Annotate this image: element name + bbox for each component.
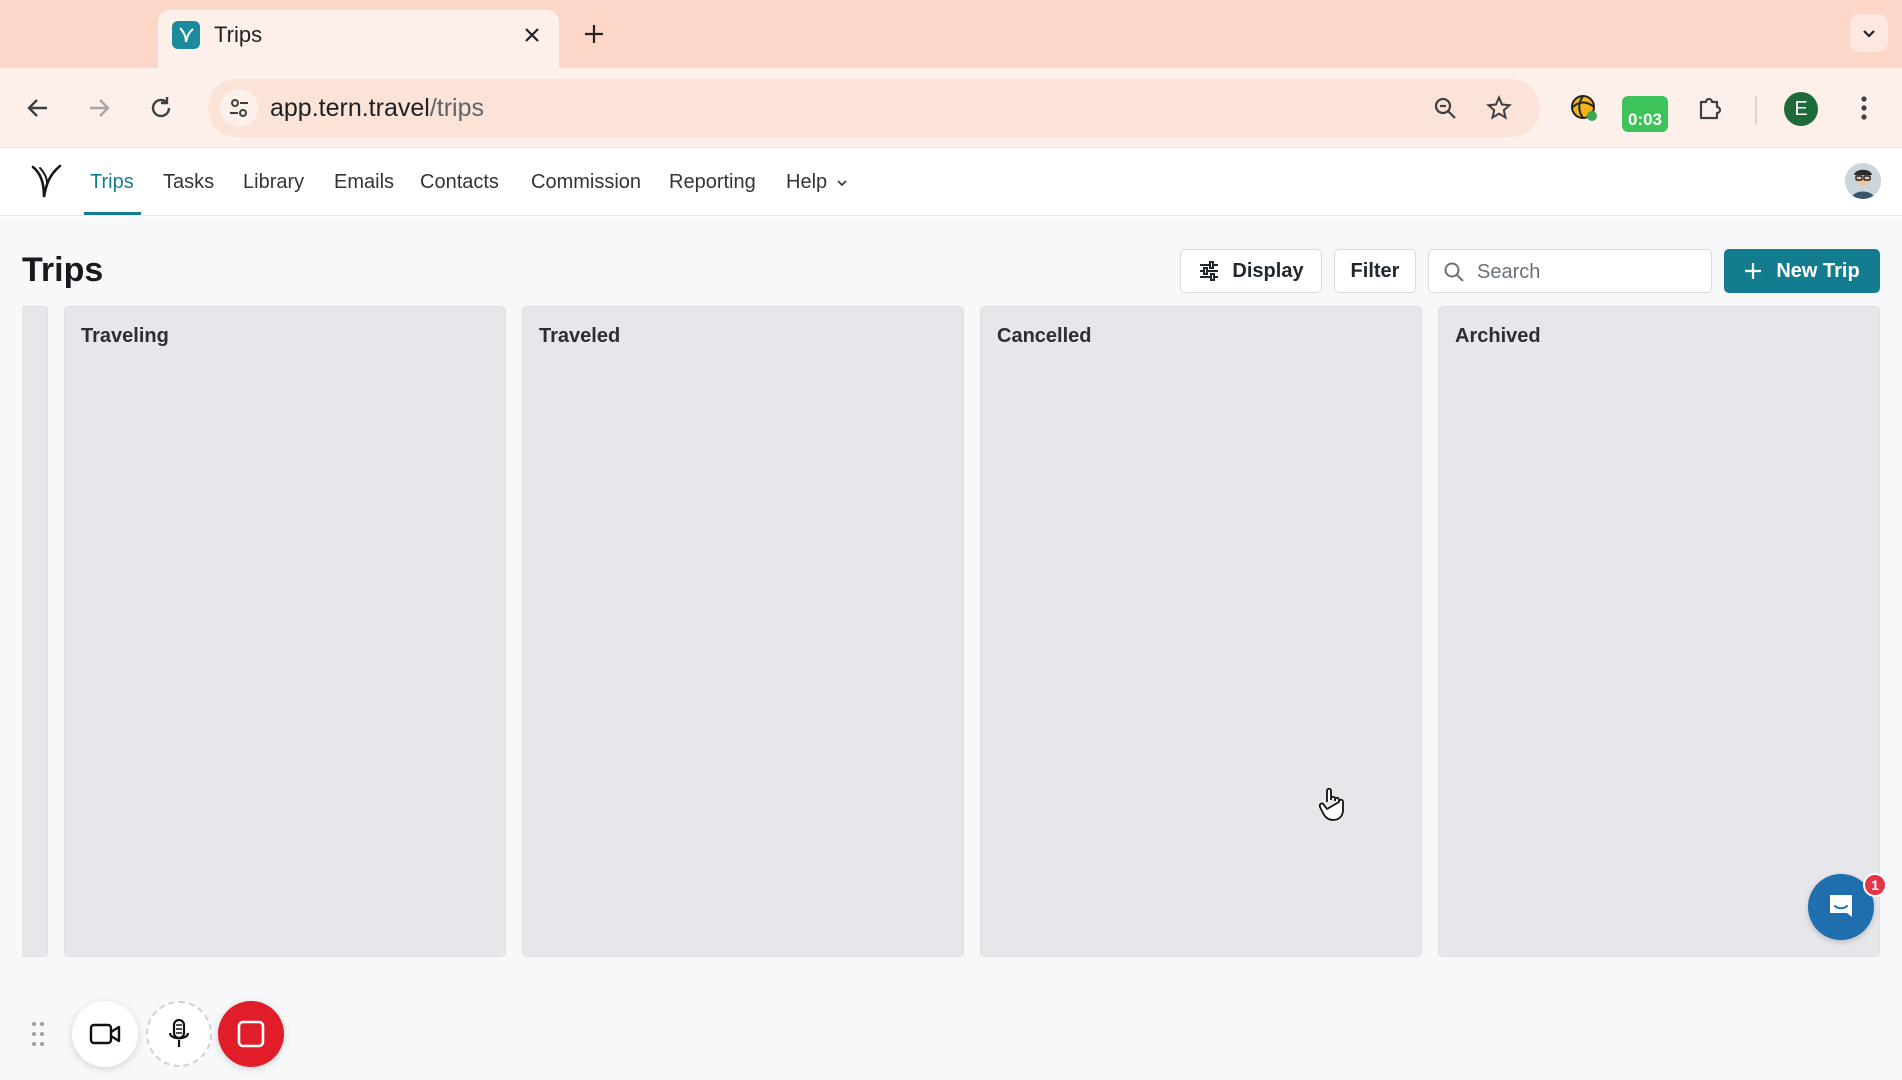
address-bar[interactable]: app.tern.travel/trips [208, 79, 1540, 137]
active-tab-indicator [84, 212, 141, 215]
nav-item-help[interactable]: Help [786, 169, 827, 195]
board-column-partial [22, 306, 48, 957]
tern-logo-icon[interactable] [30, 163, 64, 201]
display-button[interactable]: Display [1180, 249, 1322, 293]
display-label: Display [1232, 259, 1304, 282]
drag-handle-icon[interactable] [30, 1020, 46, 1048]
site-settings-icon[interactable] [220, 89, 258, 127]
back-arrow-icon[interactable] [18, 88, 58, 128]
browser-tabstrip: Trips [0, 0, 1902, 68]
hand-cursor-icon [1318, 787, 1344, 821]
chat-icon [1830, 895, 1852, 917]
new-trip-button[interactable]: New Trip [1724, 249, 1880, 293]
column-title: Traveled [539, 325, 621, 347]
tab-title: Trips [214, 22, 263, 47]
filter-label: Filter [1350, 259, 1400, 282]
filter-button[interactable]: Filter [1334, 249, 1416, 293]
extension-puzzle-icon[interactable] [1690, 88, 1730, 128]
url-path: /trips [429, 94, 485, 122]
browser-toolbar: app.tern.travel/trips [0, 68, 1902, 148]
sliders-icon [1200, 261, 1219, 281]
nav-item-reporting[interactable]: Reporting [669, 169, 756, 195]
tab-search-chevron-icon[interactable] [1850, 14, 1888, 52]
column-title: Traveling [81, 325, 169, 347]
board-column-traveled[interactable]: Traveled [522, 306, 964, 957]
timer-text: 0:03 [1627, 110, 1663, 129]
close-icon[interactable] [519, 22, 545, 48]
url-text[interactable]: app.tern.travel/trips [270, 93, 484, 123]
video-camera-icon [89, 1023, 121, 1045]
kebab-menu-icon[interactable] [1844, 88, 1884, 128]
extension-ball-icon[interactable] [1564, 88, 1604, 128]
nav-item-emails[interactable]: Emails [334, 169, 394, 195]
profile-initial: E [1794, 97, 1808, 120]
new-tab-plus-icon[interactable] [578, 18, 610, 50]
toolbar-divider [1755, 96, 1757, 124]
reload-icon[interactable] [141, 88, 181, 128]
microphone-toggle-button[interactable] [146, 1001, 212, 1067]
nav-item-library[interactable]: Library [243, 169, 304, 195]
page-title: Trips [22, 251, 104, 289]
stop-recording-button[interactable] [218, 1001, 284, 1067]
chevron-down-icon[interactable] [836, 177, 848, 189]
tern-favicon-icon [172, 21, 200, 49]
star-icon[interactable] [1482, 91, 1516, 125]
search-icon [1444, 262, 1464, 282]
nav-item-commission[interactable]: Commission [531, 169, 641, 195]
search-input[interactable] [1477, 257, 1697, 287]
stop-icon [237, 1020, 265, 1048]
nav-item-contacts[interactable]: Contacts [420, 169, 499, 195]
chat-notification-badge: 1 [1863, 873, 1887, 897]
board-column-traveling[interactable]: Traveling [64, 306, 506, 957]
browser-profile-avatar[interactable]: E [1784, 92, 1818, 126]
board-column-archived[interactable]: Archived [1438, 306, 1880, 957]
nav-item-tasks[interactable]: Tasks [163, 169, 214, 195]
board-column-cancelled[interactable]: Cancelled [980, 306, 1422, 957]
trips-page: Trips Display Filter New Trip Traveling … [0, 217, 1902, 1080]
chat-badge-count: 1 [1871, 877, 1879, 893]
zoom-icon[interactable] [1428, 91, 1462, 125]
recording-timer-extension[interactable]: 0:03 [1622, 96, 1668, 132]
app-navbar: Trips Tasks Library Emails Contacts Comm… [0, 149, 1902, 216]
url-host: app.tern.travel [270, 94, 430, 122]
column-title: Archived [1455, 325, 1541, 347]
forward-arrow-icon[interactable] [79, 88, 119, 128]
column-title: Cancelled [997, 325, 1092, 347]
plus-icon [1745, 263, 1762, 279]
microphone-icon [168, 1018, 190, 1047]
new-trip-label: New Trip [1776, 259, 1860, 282]
camera-toggle-button[interactable] [72, 1001, 138, 1067]
search-field[interactable] [1428, 249, 1712, 293]
nav-item-trips[interactable]: Trips [90, 169, 134, 195]
user-avatar[interactable] [1845, 163, 1881, 199]
browser-tab-trips[interactable]: Trips [158, 10, 559, 68]
